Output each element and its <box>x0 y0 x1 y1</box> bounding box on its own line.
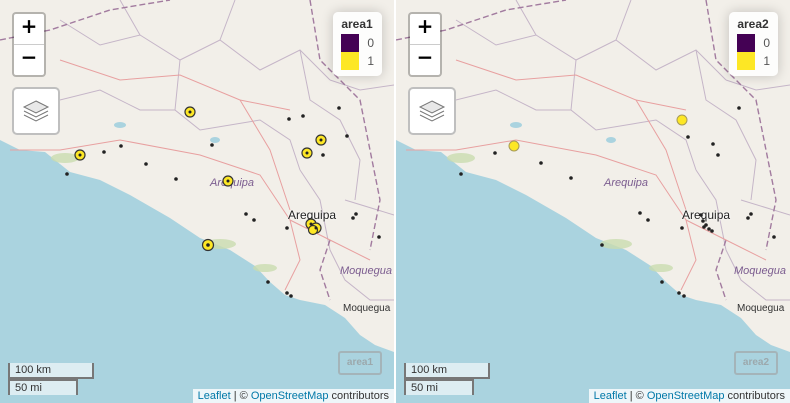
map-area1[interactable]: Arequipa Arequipa Moquegua Moquegua <box>0 0 394 403</box>
attribution-sep: | © <box>626 390 647 402</box>
attribution-contrib: contributors <box>328 390 389 402</box>
zoom-out-button[interactable]: − <box>410 45 440 75</box>
legend-swatch-0 <box>341 34 360 52</box>
leaflet-link[interactable]: Leaflet <box>198 390 231 402</box>
legend-label: 1 <box>367 54 374 68</box>
legend-item: 1 <box>341 52 374 70</box>
legend-label: 0 <box>367 36 374 50</box>
attribution: Leaflet | © OpenStreetMap contributors <box>588 389 790 403</box>
layers-button[interactable] <box>408 87 456 135</box>
leaflet-link[interactable]: Leaflet <box>594 390 627 402</box>
scale-bar: 100 km 50 mi <box>8 363 94 395</box>
scale-mi: 50 mi <box>8 379 78 395</box>
scale-mi: 50 mi <box>404 379 474 395</box>
scale-km: 100 km <box>404 363 490 379</box>
scale-km: 100 km <box>8 363 94 379</box>
map-watermark: area2 <box>734 351 778 375</box>
legend-label: 0 <box>763 36 770 50</box>
scale-bar: 100 km 50 mi <box>404 363 490 395</box>
zoom-control: + − <box>408 12 442 77</box>
attribution-sep: | © <box>230 390 251 402</box>
map-area2[interactable]: Arequipa Arequipa Moquegua Moquegua + − <box>396 0 790 403</box>
attribution-contrib: contributors <box>724 390 785 402</box>
markers-class0 <box>65 106 381 298</box>
markers-class1 <box>508 114 688 152</box>
layers-icon <box>418 100 446 122</box>
legend-item: 0 <box>737 34 770 52</box>
legend-swatch-0 <box>737 34 756 52</box>
layers-icon <box>22 100 50 122</box>
osm-link[interactable]: OpenStreetMap <box>647 390 725 402</box>
legend-area1: area1 0 1 <box>333 12 382 76</box>
legend-area2: area2 0 1 <box>729 12 778 76</box>
legend-swatch-1 <box>341 52 360 70</box>
attribution: Leaflet | © OpenStreetMap contributors <box>192 389 394 403</box>
legend-title: area2 <box>737 17 769 31</box>
legend-item: 1 <box>737 52 770 70</box>
osm-link[interactable]: OpenStreetMap <box>251 390 329 402</box>
zoom-out-button[interactable]: − <box>14 45 44 75</box>
legend-item: 0 <box>341 34 374 52</box>
map-panels: Arequipa Arequipa Moquegua Moquegua <box>0 0 790 403</box>
zoom-in-button[interactable]: + <box>14 14 44 45</box>
legend-title: area1 <box>341 17 373 31</box>
map-watermark: area1 <box>338 351 382 375</box>
legend-swatch-1 <box>737 52 756 70</box>
legend-label: 1 <box>763 54 770 68</box>
zoom-in-button[interactable]: + <box>410 14 440 45</box>
layers-button[interactable] <box>12 87 60 135</box>
zoom-control: + − <box>12 12 46 77</box>
markers-class0 <box>408 106 776 298</box>
